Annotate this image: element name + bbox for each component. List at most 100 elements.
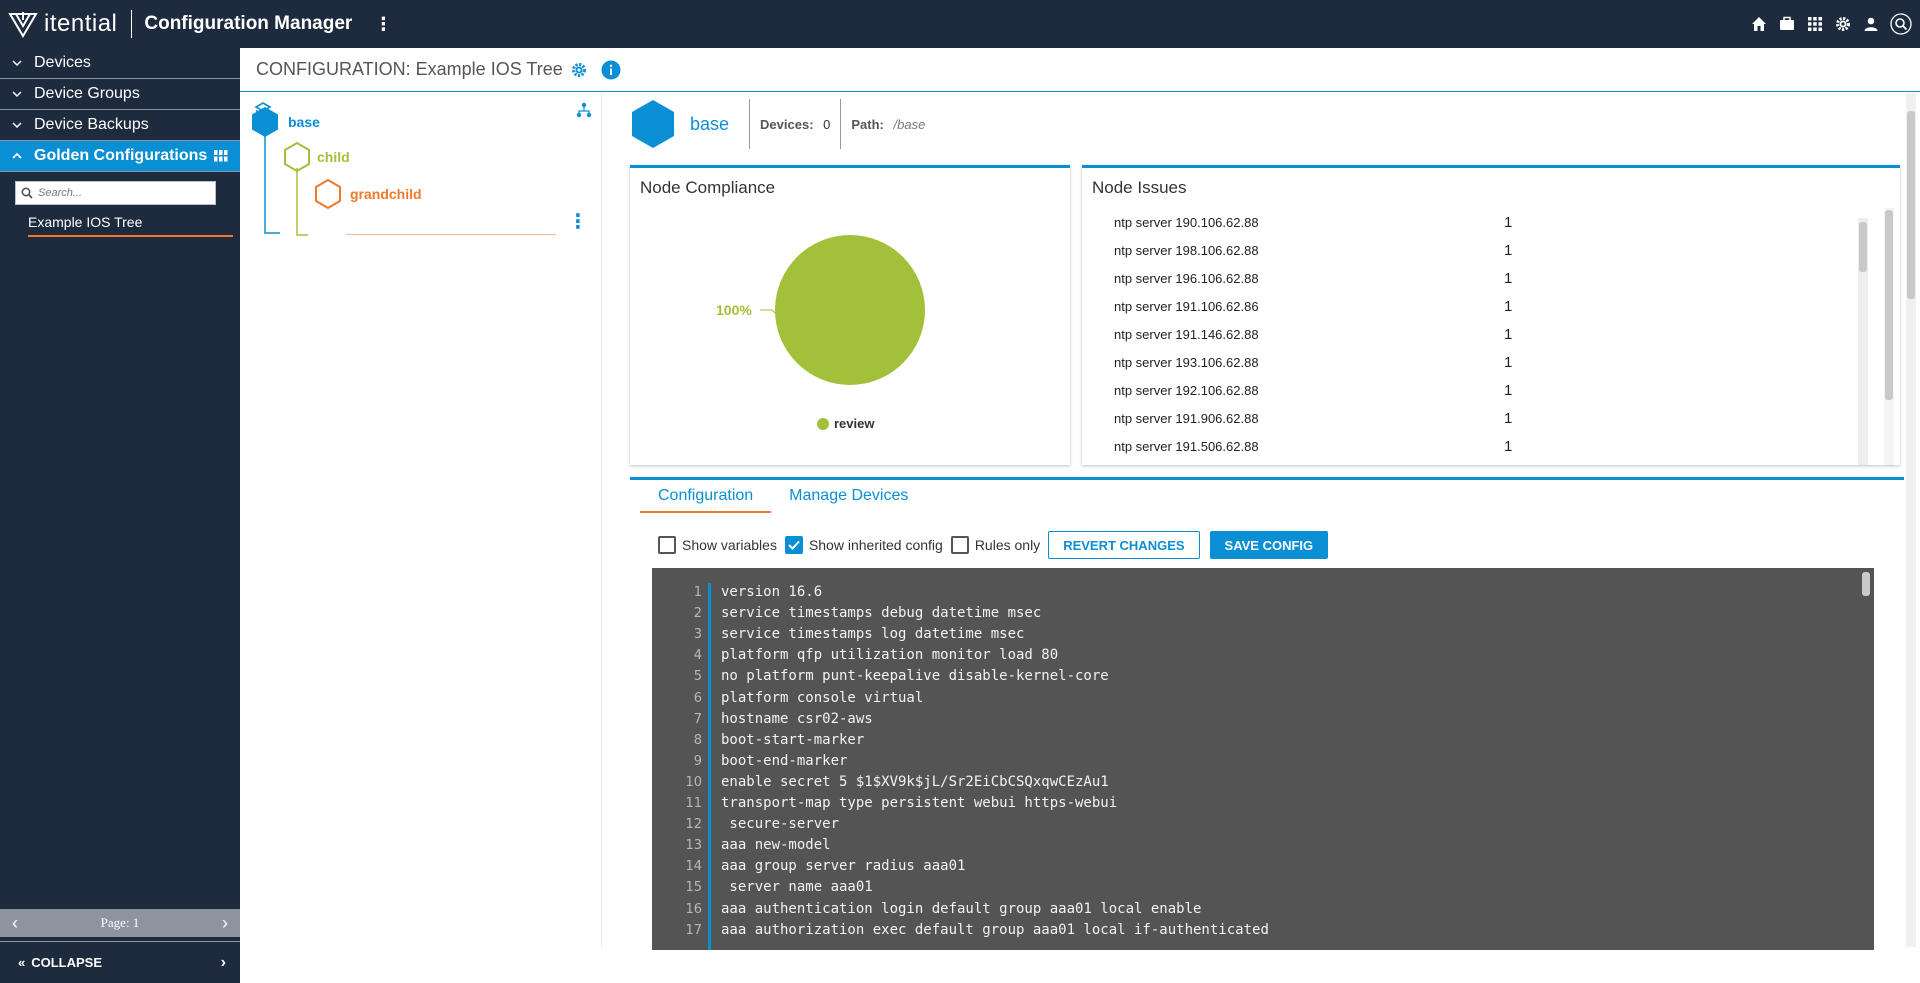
sidebar-item-device-groups[interactable]: Device Groups bbox=[0, 79, 240, 110]
card-scrollbar[interactable] bbox=[1884, 208, 1894, 465]
user-icon[interactable] bbox=[1862, 15, 1880, 33]
hexagon-outline-icon bbox=[284, 141, 310, 173]
settings-gear-icon[interactable] bbox=[571, 62, 587, 78]
scrollbar-thumb[interactable] bbox=[1907, 111, 1915, 299]
sidebar-item-label: Golden Configurations bbox=[34, 147, 208, 164]
issue-count: 1 bbox=[1504, 241, 1513, 259]
rules-only-checkbox[interactable] bbox=[950, 536, 969, 554]
scrollbar-thumb[interactable] bbox=[1885, 210, 1893, 400]
logo-separator bbox=[131, 10, 133, 38]
code-line: 10 enable secret 5 $1$XV9k$jL/Sr2EiCbCSQx… bbox=[652, 772, 1108, 793]
line-number: 2 bbox=[693, 606, 702, 622]
grid-view-icon[interactable] bbox=[214, 149, 228, 167]
info-icon[interactable] bbox=[601, 60, 621, 80]
app-menu-kebab-icon[interactable]: ⋮ bbox=[374, 14, 392, 35]
itential-logo[interactable]: itential bbox=[8, 10, 117, 38]
tab-manage-devices[interactable]: Manage Devices bbox=[771, 483, 926, 513]
itential-logo-icon bbox=[8, 12, 38, 38]
issue-row: ntp server 196.106.62.88 1 bbox=[1114, 264, 1534, 292]
code-text: secure-server bbox=[721, 816, 840, 833]
code-line: 5 no platform punt-keepalive disable-kern… bbox=[652, 666, 1109, 687]
line-number: 15 bbox=[685, 880, 702, 896]
code-text: service timestamps log datetime msec bbox=[721, 626, 1025, 643]
sidebar-item-devices[interactable]: Devices bbox=[0, 48, 240, 79]
settings-gear-icon[interactable] bbox=[1834, 15, 1852, 33]
tree-node-base[interactable]: base bbox=[250, 106, 320, 138]
config-code-editor[interactable]: 1 version 16.6 2 service timestamps debug d… bbox=[652, 568, 1874, 950]
tree-node-child[interactable]: child bbox=[282, 141, 350, 173]
issue-row: ntp server 191.106.62.86 1 bbox=[1114, 292, 1534, 320]
page-scrollbar[interactable] bbox=[1906, 93, 1916, 947]
home-icon[interactable] bbox=[1750, 15, 1768, 33]
top-icon-group bbox=[1750, 0, 1912, 48]
pager-next-button[interactable]: › bbox=[222, 913, 228, 934]
scrollbar-thumb[interactable] bbox=[1859, 222, 1867, 272]
show-inherited-checkbox[interactable] bbox=[784, 536, 803, 554]
editor-scrollbar-thumb[interactable] bbox=[1862, 572, 1870, 596]
code-text: aaa authentication login default group a… bbox=[721, 900, 1202, 917]
code-text: service timestamps debug datetime msec bbox=[721, 605, 1042, 622]
logo-text: itential bbox=[44, 10, 118, 37]
sidebar-search-box[interactable] bbox=[15, 181, 216, 205]
search-icon[interactable] bbox=[1890, 13, 1912, 35]
issue-row: ntp server 191.906.62.88 1 bbox=[1114, 404, 1534, 432]
issue-text: ntp server 191.146.62.88 bbox=[1114, 326, 1259, 342]
issue-count: 1 bbox=[1504, 353, 1513, 371]
tree-node-grandchild[interactable]: grandchild bbox=[313, 178, 422, 210]
show-variables-checkbox[interactable] bbox=[658, 536, 676, 554]
tree-node-label: child bbox=[317, 149, 350, 165]
sidebar-search-input[interactable] bbox=[38, 187, 208, 199]
code-text: boot-end-marker bbox=[721, 752, 848, 769]
sidebar-item-label: Device Groups bbox=[34, 85, 140, 102]
code-line: 15 server name aaa01 bbox=[652, 877, 872, 898]
tree-node-label: base bbox=[288, 114, 320, 130]
node-name: base bbox=[690, 113, 730, 134]
chart-legend[interactable]: review bbox=[817, 416, 874, 431]
issue-count: 1 bbox=[1504, 381, 1513, 399]
node-kebab-menu-icon[interactable]: ⋮ bbox=[568, 209, 588, 234]
line-number: 7 bbox=[693, 711, 702, 727]
issue-count: 1 bbox=[1504, 437, 1513, 455]
line-number: 12 bbox=[685, 817, 702, 833]
code-text: boot-start-marker bbox=[721, 731, 865, 748]
revert-changes-button[interactable]: REVERT CHANGES bbox=[1048, 531, 1200, 559]
code-text: transport-map type persistent webui http… bbox=[721, 795, 1118, 811]
sidebar-item-golden-configurations[interactable]: Golden Configurations bbox=[0, 141, 240, 172]
search-icon bbox=[21, 187, 33, 199]
line-number: 8 bbox=[693, 732, 702, 748]
chevron-up-icon bbox=[12, 152, 26, 160]
issue-text: ntp server 190.106.62.88 bbox=[1114, 214, 1259, 230]
collapse-sidebar-button[interactable]: « COLLAPSE › bbox=[0, 941, 240, 983]
code-text: aaa authorization exec default group aaa… bbox=[721, 921, 1269, 938]
briefcase-icon[interactable] bbox=[1778, 15, 1796, 33]
pie-slice-review[interactable] bbox=[775, 235, 925, 385]
pager-label: Page: 1 bbox=[100, 915, 140, 930]
issue-row: ntp server 192.106.62.88 1 bbox=[1114, 376, 1534, 404]
chevron-down-icon bbox=[12, 59, 26, 67]
tab-configuration[interactable]: Configuration bbox=[640, 483, 772, 513]
save-config-button[interactable]: SAVE CONFIG bbox=[1209, 531, 1329, 559]
issue-count: 1 bbox=[1504, 409, 1513, 427]
hexagon-outline-icon bbox=[315, 178, 341, 210]
path-label: Path: bbox=[851, 116, 884, 132]
show-variables-label: Show variables bbox=[682, 537, 777, 553]
sidebar-item-device-backups[interactable]: Device Backups bbox=[0, 110, 240, 141]
issue-count: 1 bbox=[1504, 269, 1513, 287]
apps-grid-icon[interactable] bbox=[1806, 15, 1824, 33]
code-line: 13 aaa new-model bbox=[652, 835, 831, 856]
code-text: aaa new-model bbox=[721, 837, 831, 854]
issue-row: ntp server 193.106.62.88 1 bbox=[1114, 348, 1534, 376]
line-number: 1 bbox=[693, 585, 702, 600]
line-number: 16 bbox=[685, 901, 702, 917]
tree-list-item[interactable]: Example IOS Tree bbox=[28, 214, 233, 237]
sidebar-item-label: Device Backups bbox=[34, 116, 149, 133]
issues-scrollbar[interactable] bbox=[1858, 218, 1868, 465]
checkmark-icon bbox=[788, 540, 800, 550]
sidebar: Devices Device Groups Device Backups Gol… bbox=[0, 48, 240, 983]
code-line: 1 version 16.6 bbox=[652, 582, 822, 603]
page-header: CONFIGURATION: Example IOS Tree bbox=[240, 48, 1920, 92]
pager-prev-button[interactable]: ‹ bbox=[12, 913, 18, 934]
node-header: base Devices: 0 Path: /base bbox=[630, 98, 935, 150]
line-number: 3 bbox=[693, 627, 702, 643]
issue-text: ntp server 192.106.62.88 bbox=[1114, 382, 1259, 398]
